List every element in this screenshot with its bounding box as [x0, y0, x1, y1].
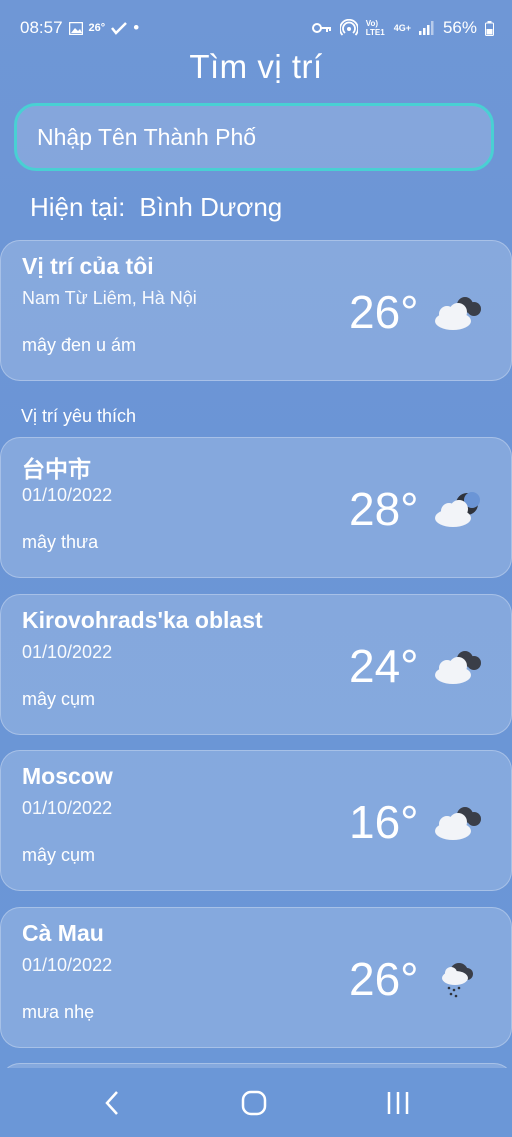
signal-icon: [418, 21, 434, 35]
navigation-bar: [0, 1068, 512, 1137]
status-right: Vo) LTE1 4G+ 56%: [311, 18, 494, 38]
gallery-icon: [68, 21, 83, 35]
card-date: 01/10/2022: [22, 798, 113, 818]
card-temperature: 28°: [349, 483, 419, 535]
key-icon: [311, 23, 331, 33]
card-temperature: 16°: [349, 796, 419, 848]
card-date: 01/10/2022: [22, 642, 113, 662]
current-location: Hiện tại: Bình Dương: [30, 192, 282, 223]
status-left: 08:57 26° •: [20, 18, 139, 38]
back-icon: [105, 1091, 118, 1115]
partly-cloudy-night-icon: [435, 492, 480, 527]
clock: 08:57: [20, 18, 63, 37]
card-title: Kirovohrads'ka oblast: [22, 607, 263, 633]
lte-indicator: Vo) LTE1: [365, 19, 385, 37]
card-date: 01/10/2022: [22, 485, 113, 505]
card-title: Vị trí của tôi: [22, 253, 154, 279]
notification-dot: •: [133, 18, 140, 37]
battery-icon: [485, 20, 494, 36]
current-city: Bình Dương: [139, 192, 283, 222]
favorite-card[interactable]: Kirovohrads'ka oblast 01/10/2022 mây cụm…: [0, 594, 512, 735]
card-title: 台中市: [22, 456, 91, 482]
hotspot-icon: [339, 19, 358, 36]
card-description: mây cụm: [22, 689, 96, 709]
card-temperature: 24°: [349, 640, 419, 692]
favorite-card[interactable]: Cà Mau 01/10/2022 mưa nhẹ 26°: [0, 907, 512, 1048]
cloudy-icon: [435, 297, 481, 330]
favorites-label: Vị trí yêu thích: [21, 406, 137, 426]
network-indicator: 4G+: [393, 23, 411, 33]
check-icon: [111, 21, 128, 35]
card-temperature: 26°: [349, 953, 419, 1005]
recents-icon: [387, 1092, 409, 1114]
card-title: Moscow: [22, 763, 113, 789]
favorite-card[interactable]: 台中市 01/10/2022 mây thưa 28°: [0, 437, 512, 578]
back-button[interactable]: [92, 1088, 132, 1118]
card-subtitle: Nam Từ Liêm, Hà Nội: [22, 288, 197, 308]
page-title: Tìm vị trí: [189, 48, 323, 85]
card-description: mưa nhẹ: [22, 1002, 95, 1022]
card-date: 01/10/2022: [22, 955, 113, 975]
light-rain-icon: [442, 963, 473, 998]
cloudy-icon: [435, 807, 481, 840]
card-description: mây thưa: [22, 532, 99, 552]
card-temperature: 26°: [349, 286, 419, 338]
my-location-card[interactable]: Vị trí của tôi Nam Từ Liêm, Hà Nội mây đ…: [0, 240, 512, 381]
home-button[interactable]: [234, 1088, 274, 1118]
home-icon: [241, 1090, 267, 1116]
current-label: Hiện tại:: [30, 192, 126, 222]
card-description: mây đen u ám: [22, 335, 137, 355]
city-search-input[interactable]: Nhập Tên Thành Phố: [14, 103, 494, 171]
temp-badge: 26°: [88, 22, 106, 34]
favorite-card[interactable]: Moscow 01/10/2022 mây cụm 16°: [0, 750, 512, 891]
cloudy-icon: [435, 651, 481, 684]
battery-percent: 56%: [442, 18, 477, 37]
card-description: mây cụm: [22, 845, 96, 865]
card-title: Cà Mau: [22, 920, 104, 946]
recents-button[interactable]: [378, 1088, 418, 1118]
